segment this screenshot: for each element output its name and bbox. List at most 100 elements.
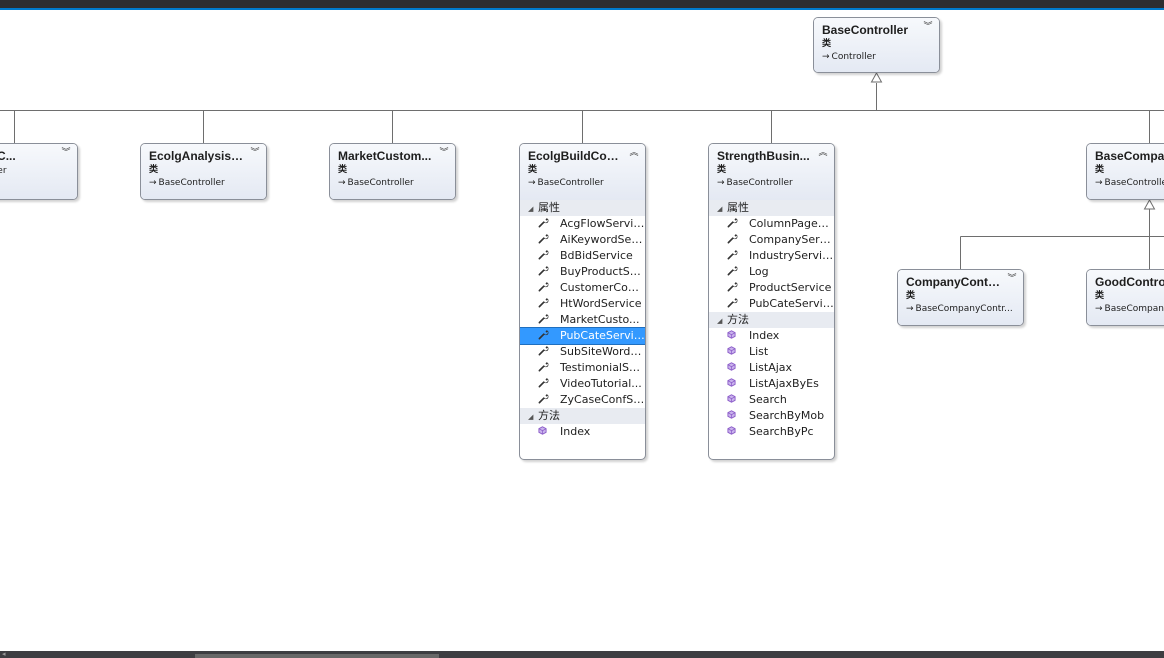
class-header[interactable]: BaseController 类 → Controller ︾ xyxy=(814,18,939,72)
class-shape-goodctrl[interactable]: GoodControl类→BaseCompan︾ xyxy=(1086,269,1164,326)
property-item[interactable]: BdBidService xyxy=(520,248,645,264)
wrench-icon xyxy=(727,296,749,312)
double-chevron-up-icon[interactable]: ︽ xyxy=(818,148,828,158)
collapse-triangle-icon[interactable]: ◢ xyxy=(528,201,538,217)
collapse-triangle-icon[interactable]: ◢ xyxy=(717,313,727,329)
method-cube-icon xyxy=(727,376,749,392)
wrench-icon xyxy=(538,248,560,264)
class-base-type: → BaseController xyxy=(338,176,447,190)
class-header[interactable]: StrengthBusin... 类 → BaseController ︽ xyxy=(709,144,834,200)
double-chevron-down-icon[interactable]: ︾ xyxy=(439,148,449,158)
class-name: yNewsC... xyxy=(0,149,16,163)
property-item[interactable]: ProductService xyxy=(709,280,834,296)
class-shape-build[interactable]: EcolgBuildCon... 类 → BaseController ︽ ◢ 属性 AcgF… xyxy=(519,143,646,460)
property-item[interactable]: IndustryService xyxy=(709,248,834,264)
class-shape-basecompany[interactable]: BaseCompan类→BaseControlle︾ xyxy=(1086,143,1164,200)
property-item[interactable]: PubCateService xyxy=(520,327,645,345)
property-item[interactable]: HtWordService xyxy=(520,296,645,312)
class-kind-label: 类 xyxy=(717,165,727,175)
property-item[interactable]: VideoTutorial... xyxy=(520,376,645,392)
class-header[interactable]: GoodControl类→BaseCompan︾ xyxy=(1087,270,1164,325)
compartment-title: 方法 xyxy=(727,313,749,326)
class-header[interactable]: MarketCustom... 类 → BaseController ︾ xyxy=(330,144,455,199)
class-base-type: → BaseControlle xyxy=(1095,176,1164,190)
class-header[interactable]: EcolgBuildCon... 类 → BaseController ︽ xyxy=(520,144,645,200)
property-item[interactable]: ColumnPageB... xyxy=(709,216,834,232)
base-type-name: BaseCompan xyxy=(1104,304,1164,314)
class-shape-base-controller[interactable]: BaseController 类 → Controller ︾ xyxy=(813,17,940,73)
inherits-arrow-icon: → xyxy=(149,178,157,188)
class-shape-news[interactable]: yNewsC...→ontroller ︾ xyxy=(0,143,78,200)
class-header[interactable]: EcolgAnalysisC... 类 → BaseController ︾ xyxy=(141,144,266,199)
property-item[interactable]: CustomerCod... xyxy=(520,280,645,296)
wrench-icon xyxy=(538,232,560,248)
method-item[interactable]: Index xyxy=(709,328,834,344)
class-name: EcolgBuildCon... xyxy=(528,149,623,163)
property-item[interactable]: ZyCaseConfSe... xyxy=(520,392,645,408)
property-item[interactable]: AiKeywordSer... xyxy=(520,232,645,248)
class-kind-label: 类 xyxy=(149,165,159,175)
double-chevron-down-icon[interactable]: ︾ xyxy=(923,22,933,32)
class-name: StrengthBusin... xyxy=(717,149,810,163)
base-type-name: BaseControlle xyxy=(1104,178,1164,188)
wrench-icon xyxy=(538,280,560,296)
collapse-triangle-icon[interactable]: ◢ xyxy=(717,201,727,217)
property-item[interactable]: MarketCusto... xyxy=(520,312,645,328)
double-chevron-down-icon[interactable]: ︾ xyxy=(250,148,260,158)
scroll-left-arrow-icon[interactable]: ◂ xyxy=(2,651,8,658)
inherits-arrow-icon: → xyxy=(906,304,914,314)
scrollbar-thumb[interactable] xyxy=(195,654,439,658)
compartment-header-methods[interactable]: ◢ 方法 xyxy=(520,408,645,424)
method-item[interactable]: ListAjaxByEs xyxy=(709,376,834,392)
method-item[interactable]: SearchByMob xyxy=(709,408,834,424)
method-cube-icon xyxy=(727,392,749,408)
method-item[interactable]: Search xyxy=(709,392,834,408)
inherit-triangle-basecompany xyxy=(1143,198,1156,210)
inherits-arrow-icon: → xyxy=(717,178,725,188)
wrench-icon xyxy=(727,216,749,232)
property-item[interactable]: TestimonialSe... xyxy=(520,360,645,376)
method-cube-icon xyxy=(538,424,560,440)
class-shape-strength[interactable]: StrengthBusin... 类 → BaseController ︽ ◢ 属性 Colu… xyxy=(708,143,835,460)
property-item[interactable]: AcgFlowService xyxy=(520,216,645,232)
property-item[interactable]: CompanyServ... xyxy=(709,232,834,248)
class-header[interactable]: CompanyContr... 类 → BaseCompanyContr... ︾ xyxy=(898,270,1023,325)
horizontal-scrollbar[interactable] xyxy=(0,651,1164,658)
class-kind-label: 类 xyxy=(1095,291,1105,301)
method-item[interactable]: ListAjax xyxy=(709,360,834,376)
method-item[interactable]: Index xyxy=(520,424,645,440)
wrench-icon xyxy=(538,296,560,312)
member-name: SearchByMob xyxy=(749,409,825,422)
wrench-icon xyxy=(727,232,749,248)
class-shape-market[interactable]: MarketCustom... 类 → BaseController ︾ xyxy=(329,143,456,200)
member-name: ListAjax xyxy=(749,361,793,374)
property-item[interactable]: BuyProductSe... xyxy=(520,264,645,280)
member-name: ProductService xyxy=(749,281,832,294)
class-kind-label: 类 xyxy=(1095,165,1105,175)
compartment-title: 属性 xyxy=(538,201,560,214)
compartment-header-properties[interactable]: ◢ 属性 xyxy=(709,200,834,216)
inherits-arrow-icon: → xyxy=(822,52,830,62)
property-item[interactable]: Log xyxy=(709,264,834,280)
class-shape-companyctrl[interactable]: CompanyContr... 类 → BaseCompanyContr... ︾ xyxy=(897,269,1024,326)
property-item[interactable]: PubCateService xyxy=(709,296,834,312)
member-name: Index xyxy=(560,425,591,438)
class-base-type: → BaseController xyxy=(149,176,258,190)
property-item[interactable]: SubSiteWordS... xyxy=(520,344,645,360)
double-chevron-down-icon[interactable]: ︾ xyxy=(61,148,71,158)
double-chevron-up-icon[interactable]: ︽ xyxy=(629,148,639,158)
class-shape-analysis[interactable]: EcolgAnalysisC... 类 → BaseController ︾ xyxy=(140,143,267,200)
compartment-header-methods[interactable]: ◢ 方法 xyxy=(709,312,834,328)
inherits-arrow-icon: → xyxy=(1095,178,1103,188)
method-item[interactable]: SearchByPc xyxy=(709,424,834,440)
class-header[interactable]: BaseCompan类→BaseControlle︾ xyxy=(1087,144,1164,199)
collapse-triangle-icon[interactable]: ◢ xyxy=(528,409,538,425)
compartment-header-properties[interactable]: ◢ 属性 xyxy=(520,200,645,216)
wrench-icon xyxy=(727,248,749,264)
class-header[interactable]: yNewsC...→ontroller ︾ xyxy=(0,144,77,199)
method-item[interactable]: List xyxy=(709,344,834,360)
double-chevron-down-icon[interactable]: ︾ xyxy=(1007,274,1017,284)
class-name: GoodControl xyxy=(1095,275,1164,289)
member-name: ColumnPageB... xyxy=(749,217,834,230)
class-kind-label: 类 xyxy=(906,291,916,301)
